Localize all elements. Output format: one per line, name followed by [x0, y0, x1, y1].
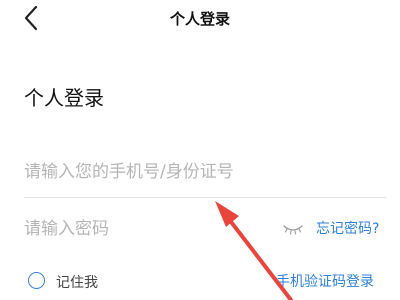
navbar: 个人登录 — [0, 0, 400, 38]
password-row: 忘记密码? — [24, 210, 386, 250]
eye-closed-icon — [283, 225, 303, 235]
nav-title: 个人登录 — [169, 10, 230, 28]
account-row — [24, 152, 386, 198]
annotation-arrow — [215, 201, 293, 300]
remember-me-checkbox[interactable] — [28, 272, 45, 289]
account-input[interactable] — [24, 159, 364, 185]
forgot-password-link[interactable]: 忘记密码? — [316, 218, 379, 238]
sms-login-link[interactable]: 手机验证码登录 — [276, 271, 374, 291]
remember-me-label: 记住我 — [56, 275, 98, 291]
password-input[interactable] — [24, 216, 224, 242]
login-screen: 个人登录 个人登录 忘记密码? 记住我 手机验证码登录 — [0, 0, 400, 300]
page-heading: 个人登录 — [24, 86, 104, 110]
password-visibility-toggle[interactable] — [282, 222, 304, 236]
